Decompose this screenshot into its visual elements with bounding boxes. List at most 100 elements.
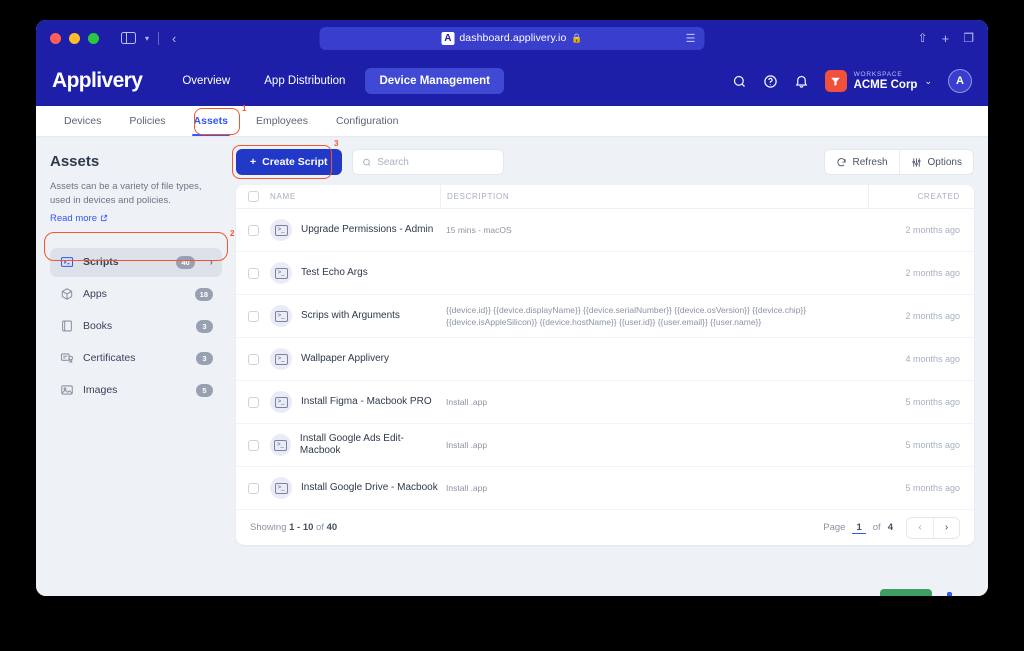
close-window-button[interactable] [50,32,61,44]
package-icon [59,287,74,302]
tabs-icon[interactable]: ❐ [963,31,974,45]
table-row[interactable]: >_ Install Google Ads Edit- Macbook Inst… [236,424,974,467]
widget-indicator [947,592,952,596]
row-select-cell[interactable] [236,310,270,322]
script-icon: >_ [270,391,292,413]
sidebar-item-label: Certificates [83,352,136,365]
prev-page-button[interactable]: ‹ [907,517,933,538]
row-checkbox[interactable] [247,224,259,236]
address-bar[interactable]: A dashboard.applivery.io 🔒 ☰ [319,26,705,50]
row-checkbox[interactable] [247,482,259,494]
tab-configuration[interactable]: Configuration [322,106,412,136]
table-row[interactable]: >_ Wallpaper Applivery 4 months ago [236,338,974,381]
search-icon[interactable] [732,74,747,89]
row-select-cell[interactable] [236,482,270,494]
sidebar-item-images[interactable]: Images 5 [50,376,222,405]
row-name: Install Figma - Macbook PRO [301,395,432,407]
sidebar-toggle-icon[interactable] [121,32,136,44]
row-name-cell: >_ Upgrade Permissions - Admin [270,219,440,241]
page-of: of [872,522,881,533]
share-icon[interactable]: ⇧ [918,31,928,45]
bell-icon[interactable] [794,74,809,89]
sliders-icon [911,157,921,167]
nav-item-device-management[interactable]: Device Management [365,68,505,94]
row-select-cell[interactable] [236,267,270,279]
table-row[interactable]: >_ Install Figma - Macbook PRO Install .… [236,381,974,424]
applivery-logo[interactable]: Applivery [52,69,143,93]
plus-icon[interactable]: + [942,31,950,46]
nav-item-overview[interactable]: Overview [168,68,244,94]
table-row[interactable]: >_ Scrips with Arguments {{device.id}} {… [236,295,974,338]
nav-item-app-distribution[interactable]: App Distribution [250,68,359,94]
column-header-created: CREATED [917,192,960,201]
maximize-window-button[interactable] [88,32,99,44]
table-row[interactable]: >_ Test Echo Args 2 months ago [236,252,974,295]
page-number-input[interactable]: 1 [852,522,866,534]
chevron-down-icon[interactable]: ⌄ [924,76,932,87]
row-name-cell: >_ Test Echo Args [270,262,440,284]
tab-assets[interactable]: Assets [180,106,242,136]
table-row[interactable]: >_ Upgrade Permissions - Admin 15 mins -… [236,209,974,252]
sidebar-item-certificates[interactable]: Certificates 3 [50,344,222,373]
row-created: 4 months ago [905,354,960,364]
certificate-icon [59,351,74,366]
row-name-cell: >_ Install Figma - Macbook PRO [270,391,440,413]
assets-table: NAME DESCRIPTION CREATED >_ Upgrade Perm… [236,185,974,545]
row-created: 5 months ago [905,483,960,493]
row-name: Scrips with Arguments [301,309,400,321]
reader-view-icon[interactable]: ☰ [686,32,696,45]
tab-employees[interactable]: Employees [242,106,322,136]
refresh-button[interactable]: Refresh [825,150,899,174]
row-checkbox[interactable] [247,439,259,451]
address-bar-url: dashboard.applivery.io [459,32,567,44]
select-all-checkbox[interactable] [247,191,259,202]
script-icon: >_ [270,305,292,327]
row-select-cell[interactable] [236,396,270,408]
row-select-cell[interactable] [236,439,270,451]
create-script-button[interactable]: + Create Script [236,149,342,175]
row-select-cell[interactable] [236,224,270,236]
sidebar-item-count: 40 [176,255,195,269]
row-checkbox[interactable] [247,267,259,279]
script-icon: >_ [270,348,292,370]
page-total: 4 [887,522,893,533]
minimize-window-button[interactable] [69,32,80,44]
avatar[interactable]: A [948,69,972,93]
sidebar-item-count: 5 [196,383,213,397]
support-chat-widget[interactable] [880,589,932,596]
tab-policies[interactable]: Policies [115,106,179,136]
sidebar-item-scripts[interactable]: Scripts 40 › [50,247,222,277]
table-row[interactable]: >_ Install Google Drive - Macbook Instal… [236,467,974,510]
help-circle-icon[interactable] [763,74,778,89]
row-name: Install Google Ads Edit- Macbook [299,432,404,457]
column-header-description: DESCRIPTION [447,192,510,201]
read-more-link[interactable]: Read more [50,213,108,224]
next-page-button[interactable]: › [933,517,959,538]
script-icon: >_ [270,477,292,499]
row-checkbox[interactable] [247,396,259,408]
annotation-number-create: 3 [334,139,339,148]
search-box[interactable] [351,149,504,175]
sidebar-item-count: 3 [196,319,213,333]
row-created: 5 months ago [905,397,960,407]
plus-icon: + [250,156,257,168]
row-checkbox[interactable] [247,310,259,322]
search-input[interactable] [377,156,494,168]
sidebar-item-apps[interactable]: Apps 18 [50,280,222,309]
options-button[interactable]: Options [898,150,973,174]
back-chevron-icon[interactable]: ‹ [172,31,176,46]
row-name: Test Echo Args [301,266,368,278]
chevron-down-icon[interactable]: ▾ [145,34,149,43]
row-checkbox[interactable] [247,353,259,365]
workspace-switcher[interactable]: WORKSPACE ACME Corp ⌄ [824,70,932,92]
row-description: Install .app [446,482,488,493]
chevron-right-icon: › [944,522,949,533]
sidebar-item-books[interactable]: Books 3 [50,312,222,341]
select-all-cell[interactable] [236,191,270,202]
row-created: 2 months ago [905,268,960,278]
row-description: Install .app [446,439,488,450]
row-select-cell[interactable] [236,353,270,365]
sidebar-item-label: Apps [83,288,107,301]
row-created: 2 months ago [905,311,960,321]
tab-devices[interactable]: Devices [50,106,115,136]
